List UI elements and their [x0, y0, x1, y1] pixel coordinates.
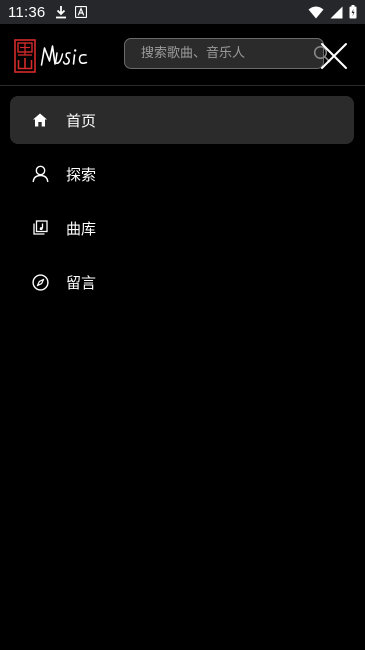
signal-icon: [330, 6, 343, 19]
person-icon: [31, 165, 49, 183]
status-bar: 11:36: [0, 0, 365, 24]
logo-seal-icon: [14, 39, 36, 73]
status-time: 11:36: [8, 3, 46, 21]
nav-item-label: 首页: [66, 111, 97, 130]
wifi-icon: [308, 6, 324, 19]
app-header: [0, 24, 365, 86]
battery-icon: [349, 5, 357, 19]
search-box: [124, 38, 331, 69]
app-logo[interactable]: [14, 38, 96, 74]
nav-item-home[interactable]: 首页: [10, 96, 354, 144]
nav-item-explore[interactable]: 探索: [10, 150, 354, 198]
home-icon: [31, 111, 49, 129]
download-icon: [55, 5, 67, 19]
compass-icon: [31, 273, 49, 291]
nav-item-label: 曲库: [66, 219, 97, 238]
nav-item-messages[interactable]: 留言: [10, 258, 354, 306]
header-divider: [0, 85, 365, 86]
logo-wordmark: [40, 45, 88, 66]
app-a-icon: [75, 6, 88, 18]
library-icon: [31, 219, 49, 237]
nav-item-library[interactable]: 曲库: [10, 204, 354, 252]
close-icon: [321, 43, 347, 69]
nav-item-label: 探索: [66, 165, 97, 184]
status-left-icons: [55, 5, 88, 19]
status-right-icons: [308, 0, 357, 24]
nav-menu: 首页 探索 曲库 留言: [10, 96, 354, 312]
search-input[interactable]: [125, 39, 313, 68]
close-button[interactable]: [318, 40, 350, 72]
nav-item-label: 留言: [66, 273, 97, 292]
